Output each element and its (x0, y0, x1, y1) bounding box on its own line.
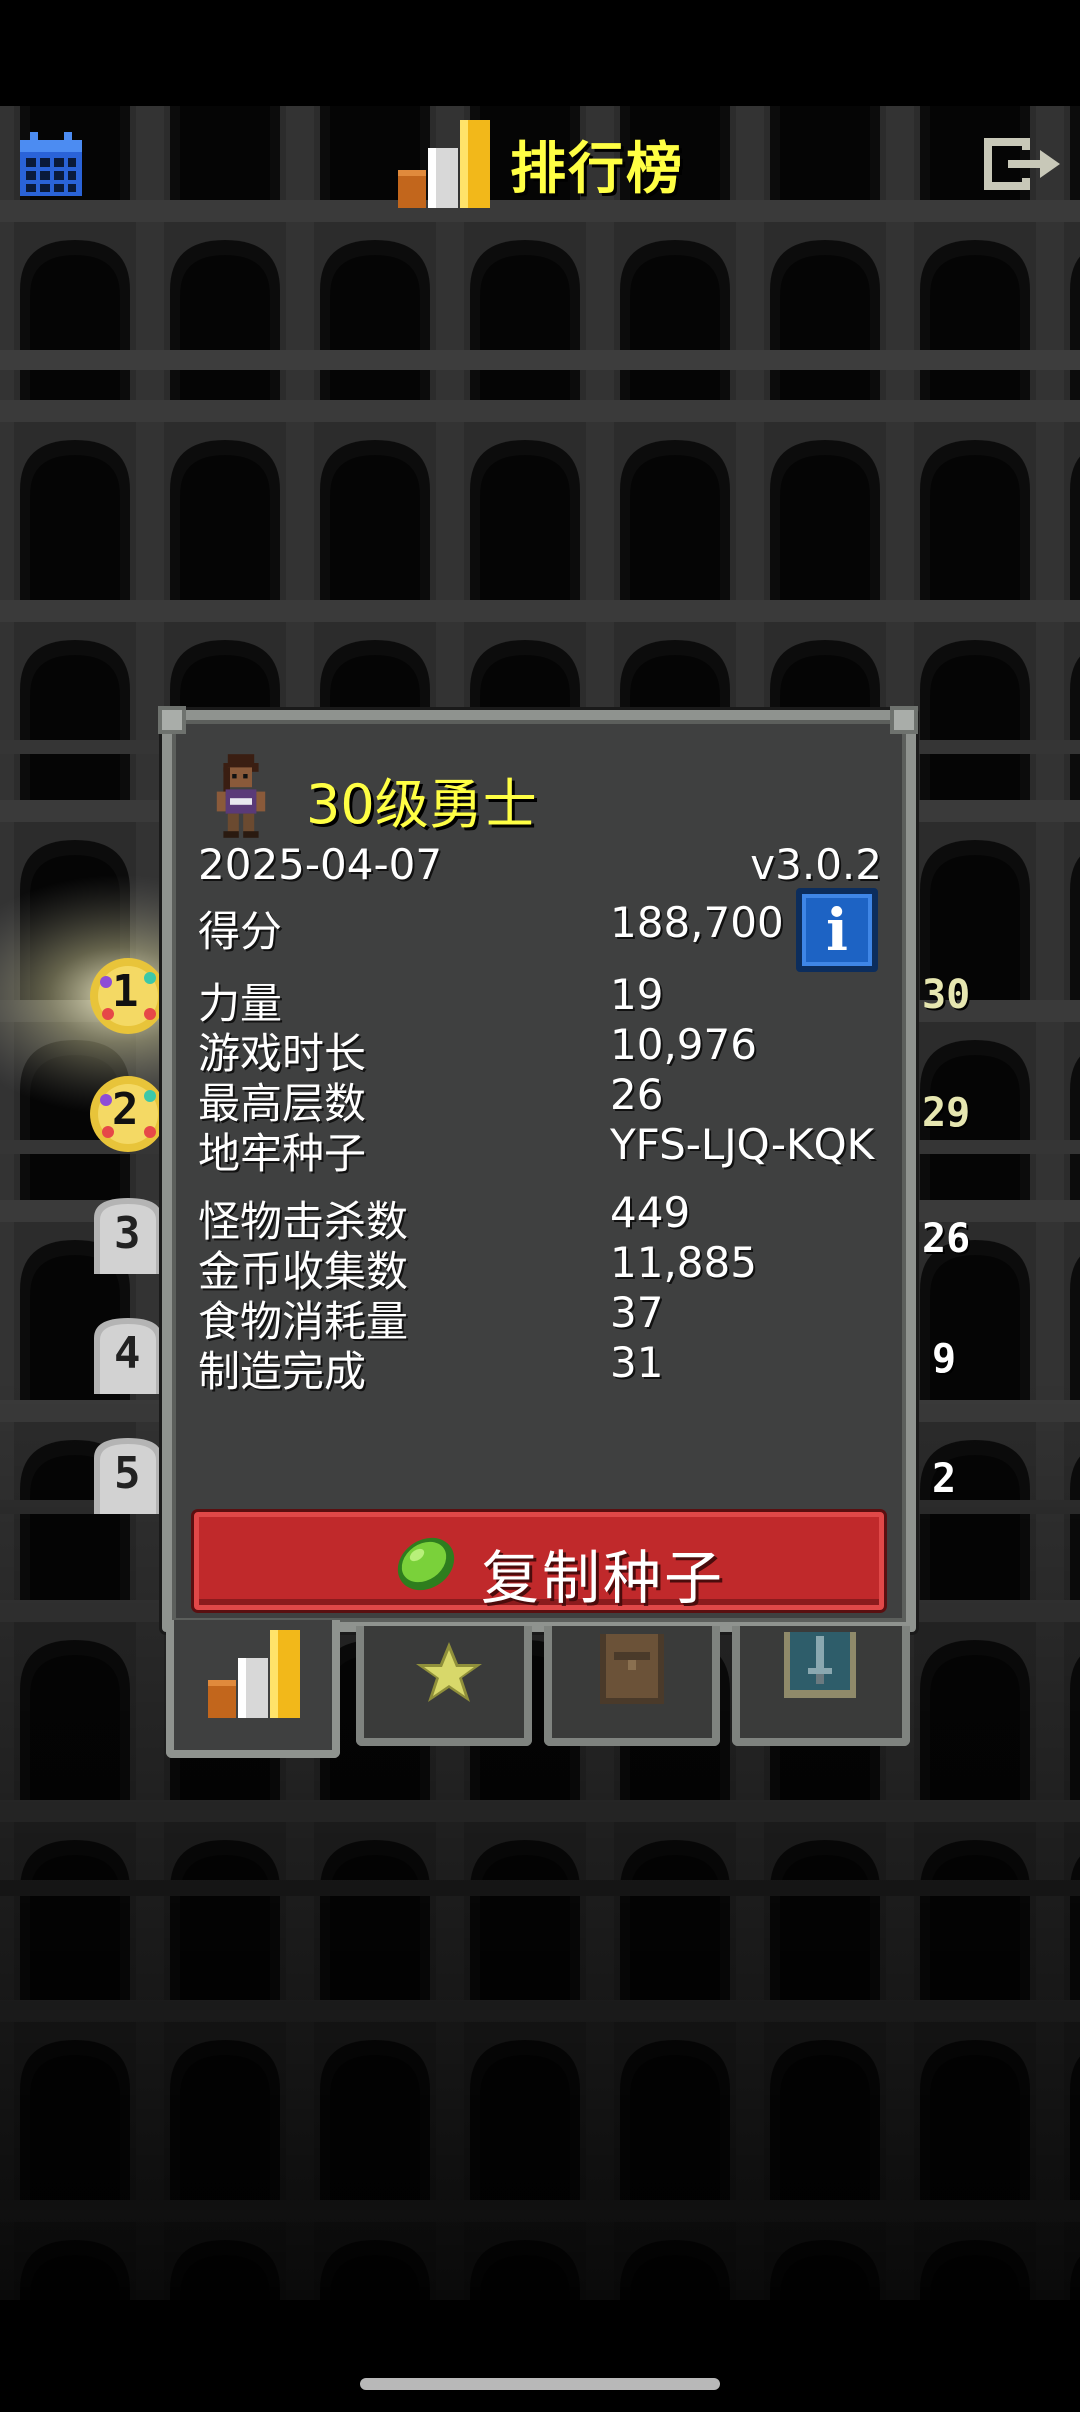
stat-value-food-eaten: 37 (610, 1288, 664, 1337)
rank-number: 5 (114, 1448, 141, 1499)
panel-corner (158, 706, 186, 734)
stat-value-score: 188,700 (610, 898, 784, 947)
rank-side-value: 30 (922, 972, 971, 1018)
copy-seed-label: 复制种子 (481, 1544, 726, 1612)
rank-badge-3[interactable]: 3 (88, 1194, 168, 1274)
rank-badge-2[interactable]: 2 (88, 1074, 168, 1154)
exit-icon[interactable] (980, 134, 1062, 194)
stat-label-dungeon-seed: 地牢种子 (198, 1129, 367, 1178)
stat-value-max-depth: 26 (610, 1070, 664, 1119)
rank-number: 4 (114, 1328, 141, 1379)
tab-badges[interactable] (356, 1626, 532, 1746)
stat-value-dungeon-seed: YFS-LJQ-KQK (610, 1120, 875, 1169)
copy-seed-button[interactable]: 复制种子 (194, 1512, 884, 1612)
rank-number: 3 (114, 1208, 141, 1259)
stat-value-enemies-killed: 449 (610, 1188, 691, 1237)
hero-portrait-icon (216, 754, 266, 838)
info-icon: i (825, 896, 849, 964)
sword-badge-icon (784, 1632, 856, 1698)
seed-icon (397, 1537, 455, 1591)
panel-corner (890, 706, 918, 734)
calendar-icon[interactable] (20, 132, 82, 196)
rank-badge-4[interactable]: 4 (88, 1314, 168, 1394)
rank-side-value: 9 (932, 1336, 957, 1382)
record-version: v3.0.2 (750, 840, 882, 889)
stat-value-strength: 19 (610, 970, 664, 1019)
podium-icon (398, 120, 490, 208)
rank-number: 2 (112, 1084, 139, 1135)
stat-value-gold-collected: 11,885 (610, 1238, 757, 1287)
podium-icon (208, 1630, 300, 1718)
page-title: 排行榜 (510, 137, 684, 202)
stat-value-play-time: 10,976 (610, 1020, 757, 1069)
tab-talents[interactable] (732, 1626, 910, 1746)
tab-items[interactable] (544, 1626, 720, 1746)
tab-rankings[interactable] (166, 1620, 340, 1758)
backpack-icon (600, 1634, 664, 1704)
record-date: 2025-04-07 (198, 840, 443, 889)
rank-badge-1[interactable]: 1 (88, 956, 168, 1036)
rank-side-value: 29 (922, 1090, 971, 1136)
stat-label-score: 得分 (198, 907, 283, 956)
rank-number: 1 (112, 966, 139, 1017)
rank-side-value: 2 (932, 1456, 957, 1502)
rank-side-value: 26 (922, 1216, 971, 1262)
hero-title: 30级勇士 (306, 773, 537, 836)
stat-value-items-crafted: 31 (610, 1338, 664, 1387)
rank-badge-5[interactable]: 5 (88, 1434, 168, 1514)
stat-label-items-crafted: 制造完成 (198, 1347, 367, 1396)
home-indicator[interactable] (360, 2378, 720, 2390)
info-button[interactable]: i (796, 888, 878, 972)
star-icon (416, 1642, 482, 1702)
